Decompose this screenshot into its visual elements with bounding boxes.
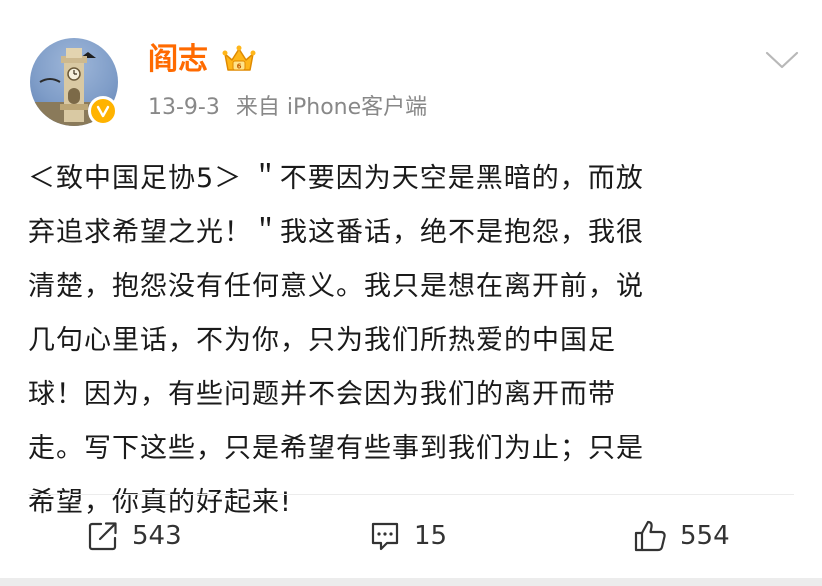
post-source: 来自 iPhone客户端	[235, 95, 428, 120]
share-button[interactable]: 543	[86, 514, 182, 558]
post-text-line: 几句心里话，不为你，只为我们所热爱的中国足	[28, 325, 616, 356]
share-count: 543	[132, 521, 182, 551]
divider	[28, 494, 794, 495]
post-text-line: ＜致中国足协5＞ ＂不要因为天空是黑暗的，而放	[28, 163, 644, 194]
thumbs-up-icon	[634, 520, 666, 552]
username[interactable]: 阎志	[148, 40, 208, 80]
post-text-line: 球！因为，有些问题并不会因为我们的离开而带	[28, 379, 616, 410]
like-count: 554	[680, 521, 730, 551]
crown-icon[interactable]: 6	[222, 44, 256, 76]
post-meta: 13-9-3 来自 iPhone客户端	[148, 92, 427, 124]
svg-text:6: 6	[237, 63, 242, 71]
post-text-line: 弃追求希望之光！＂我这番话，绝不是抱怨，我很	[28, 217, 644, 248]
share-icon	[88, 522, 117, 551]
post-text-line: 清楚，抱怨没有任何意义。我只是想在离开前，说	[28, 271, 644, 302]
bottom-strip	[0, 578, 822, 586]
comment-button[interactable]: 15	[368, 514, 447, 558]
chevron-down-icon[interactable]	[764, 48, 800, 72]
post-text-line: 走。写下这些，只是希望有些事到我们为止；只是	[28, 433, 644, 464]
post-text: ＜致中国足协5＞ ＂不要因为天空是黑暗的，而放 弃追求希望之光！＂我这番话，绝不…	[28, 152, 800, 530]
verified-badge-icon	[88, 96, 118, 126]
comment-icon	[371, 522, 399, 551]
weibo-post-card: 阎志 6 13-9-3 来自 iPhone客户端 ＜致中国足协5＞ ＂不要因为天空…	[0, 0, 822, 578]
comment-count: 15	[414, 521, 448, 551]
like-button[interactable]: 554	[632, 514, 730, 558]
post-timestamp: 13-9-3	[148, 95, 220, 120]
